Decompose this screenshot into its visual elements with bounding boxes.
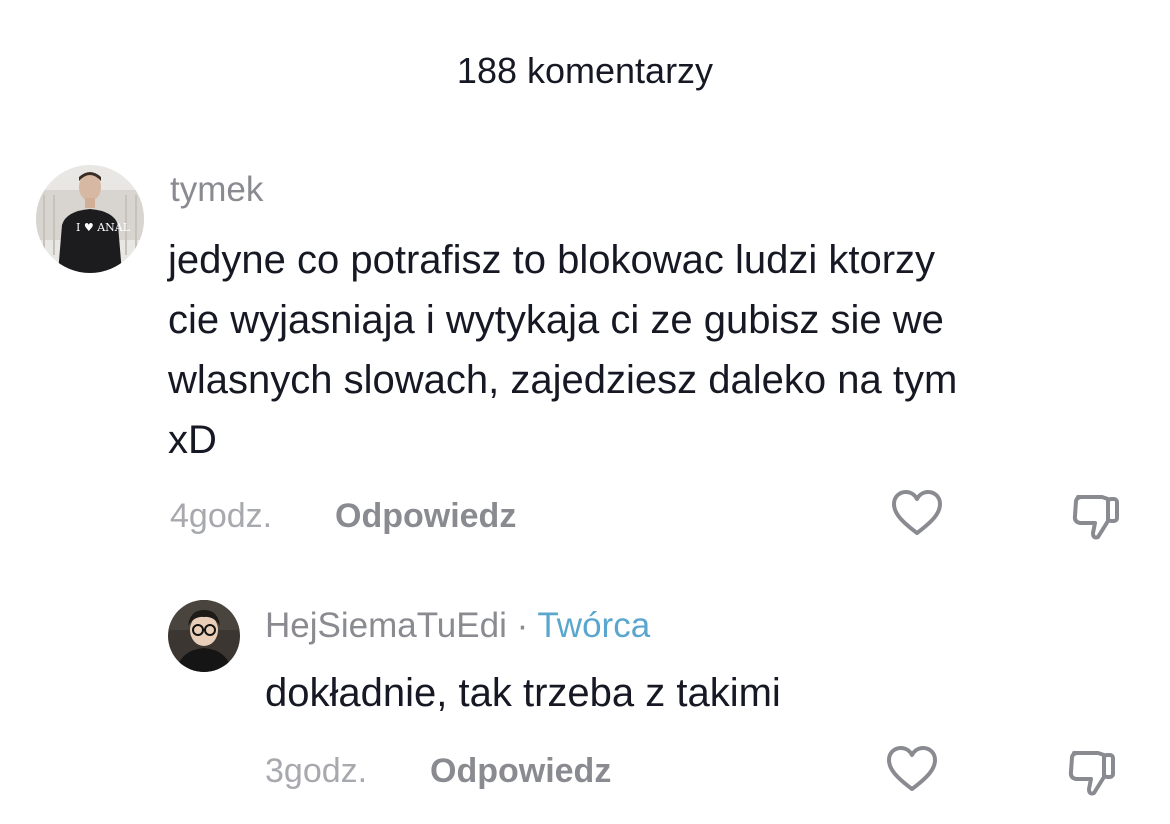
heart-outline-icon[interactable] [889, 487, 945, 543]
comment-timestamp: 4godz. [170, 497, 273, 535]
creator-badge: Twórca [537, 606, 651, 645]
comment-text-line: xD [168, 418, 217, 462]
reply-button[interactable]: Odpowiedz [430, 752, 611, 791]
comment-username-row: HejSiemaTuEdi · Twórca [265, 606, 650, 646]
thumbs-down-icon[interactable] [1068, 487, 1124, 543]
comment-text-line: jedyne co potrafisz to blokowac ludzi kt… [168, 238, 936, 282]
comment-username[interactable]: HejSiemaTuEdi [265, 606, 507, 645]
comments-count-title: 188 komentarzy [456, 50, 714, 91]
heart-outline-icon[interactable] [884, 743, 940, 799]
badge-separator: · [506, 606, 538, 645]
comment-text-line: dokładnie, tak trzeba z takimi [265, 671, 781, 715]
comment-text: jedyne co potrafisz to blokowac ludzi kt… [168, 230, 957, 470]
avatar-shirt-text: I ♥ ANAL [76, 221, 131, 234]
avatar[interactable]: I ♥ ANAL [36, 165, 144, 273]
comments-panel: 188 komentarzy I ♥ ANAL tymek jedyne co … [0, 0, 1170, 824]
comment-timestamp: 3godz. [265, 752, 368, 790]
comment-text-line: wlasnych slowach, zajedziesz daleko na t… [168, 358, 958, 402]
comment-username[interactable]: tymek [170, 170, 263, 210]
reply-button[interactable]: Odpowiedz [335, 497, 516, 536]
comment-text: dokładnie, tak trzeba z takimi [265, 663, 781, 723]
comment-text-line: cie wyjasniaja i wytykaja ci ze gubisz s… [168, 298, 944, 342]
avatar[interactable] [168, 600, 240, 672]
thumbs-down-icon[interactable] [1064, 743, 1120, 799]
